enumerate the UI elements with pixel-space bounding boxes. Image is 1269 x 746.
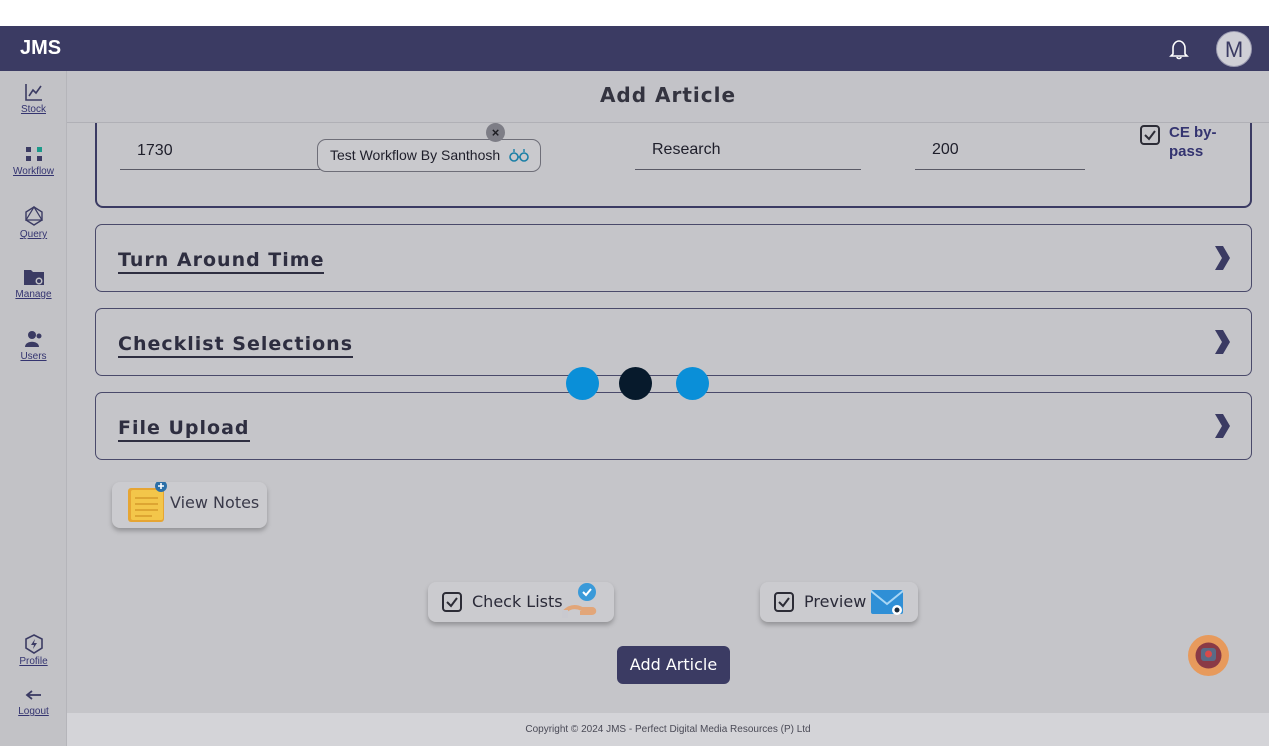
sidebar-item-label: Query xyxy=(19,229,48,240)
sticky-note-icon xyxy=(128,482,167,522)
shield-icon xyxy=(24,634,43,654)
mail-preview-icon xyxy=(870,590,904,615)
sidebar-item-label: Stock xyxy=(20,104,46,115)
chevron-right-icon xyxy=(1215,246,1230,270)
footer: Copyright © 2024 JMS - Perfect Digital M… xyxy=(67,713,1269,746)
floating-action-button[interactable] xyxy=(1188,635,1229,676)
workflow-glasses-icon xyxy=(509,149,529,162)
page-title: Add Article xyxy=(599,83,737,107)
folder-settings-icon xyxy=(23,270,44,285)
accordion-title: File Upload xyxy=(118,417,250,442)
preview-checkbox[interactable] xyxy=(774,592,794,612)
sidebar-item-query[interactable]: Query xyxy=(0,205,67,240)
hand-check-icon xyxy=(562,583,597,618)
sidebar: JMS Stock Workflow Query Manage Users Pr… xyxy=(0,26,67,746)
article-type-field[interactable]: Research xyxy=(635,139,861,170)
chevron-right-icon xyxy=(1215,330,1230,354)
preview-label: Preview xyxy=(804,592,867,611)
copyright-text: Copyright © 2024 JMS - Perfect Digital M… xyxy=(525,724,811,735)
app-root: JMS Stock Workflow Query Manage Users Pr… xyxy=(0,26,1269,746)
sidebar-item-profile[interactable]: Profile xyxy=(0,634,67,667)
sidebar-item-label: Profile xyxy=(19,656,48,667)
check-lists-checkbox[interactable] xyxy=(442,592,462,612)
ce-bypass-label: CE by-pass xyxy=(1169,124,1217,160)
users-icon xyxy=(24,331,41,347)
accordion-turn-around-time[interactable]: Turn Around Time xyxy=(95,224,1252,292)
sidebar-item-label: Users xyxy=(20,351,47,362)
preview-toggle[interactable]: Preview xyxy=(760,582,918,622)
checkmark-icon xyxy=(446,597,458,608)
accordion-title: Turn Around Time xyxy=(118,249,325,274)
accordion-title: Checklist Selections xyxy=(118,333,354,358)
logout-icon xyxy=(25,690,41,700)
workflow-icon xyxy=(25,147,42,161)
loading-dot xyxy=(676,367,709,400)
view-notes-button[interactable]: View Notes xyxy=(112,482,267,528)
checkmark-icon xyxy=(1144,130,1156,141)
chart-icon xyxy=(24,84,42,101)
field-value: 1730 xyxy=(137,142,173,159)
article-details-card: 1730 Test Workflow By Santhosh × Researc… xyxy=(95,123,1252,208)
sidebar-item-label: Manage xyxy=(15,289,52,300)
sidebar-item-label: Workflow xyxy=(13,166,54,177)
loading-dot xyxy=(566,367,599,400)
loading-dot xyxy=(619,367,652,400)
graph-icon xyxy=(24,205,43,226)
chevron-right-icon xyxy=(1215,414,1230,438)
add-article-button[interactable]: Add Article xyxy=(617,646,730,684)
chat-widget-icon xyxy=(1195,642,1222,669)
accordion-checklist-selections[interactable]: Checklist Selections xyxy=(95,308,1252,376)
field-input-4[interactable]: 200 xyxy=(915,139,1085,170)
top-bar: M xyxy=(67,26,1269,71)
sidebar-item-workflow[interactable]: Workflow xyxy=(0,144,67,177)
check-lists-label: Check Lists xyxy=(472,592,563,611)
field-value: Research xyxy=(652,141,721,158)
checkmark-icon xyxy=(778,597,790,608)
avatar[interactable]: M xyxy=(1216,31,1252,67)
bell-icon[interactable] xyxy=(1169,38,1189,60)
sidebar-item-logout[interactable]: Logout xyxy=(0,688,67,717)
sidebar-item-label: Logout xyxy=(18,706,49,717)
workflow-chip-label: Test Workflow By Santhosh xyxy=(330,147,501,163)
page-header: Add Article xyxy=(67,71,1269,123)
sidebar-item-stock[interactable]: Stock xyxy=(0,82,67,115)
field-value: 200 xyxy=(932,141,959,158)
ce-bypass-checkbox[interactable] xyxy=(1140,125,1160,145)
view-notes-label: View Notes xyxy=(170,493,260,512)
accordion-file-upload[interactable]: File Upload xyxy=(95,392,1252,460)
sidebar-item-manage[interactable]: Manage xyxy=(0,267,67,300)
field-input-1[interactable]: 1730 xyxy=(120,140,345,170)
workflow-chip[interactable]: Test Workflow By Santhosh xyxy=(317,139,541,172)
sidebar-item-users[interactable]: Users xyxy=(0,329,67,362)
close-icon[interactable]: × xyxy=(486,123,505,142)
brand-logo: JMS xyxy=(0,26,67,71)
check-lists-toggle[interactable]: Check Lists xyxy=(428,582,614,622)
